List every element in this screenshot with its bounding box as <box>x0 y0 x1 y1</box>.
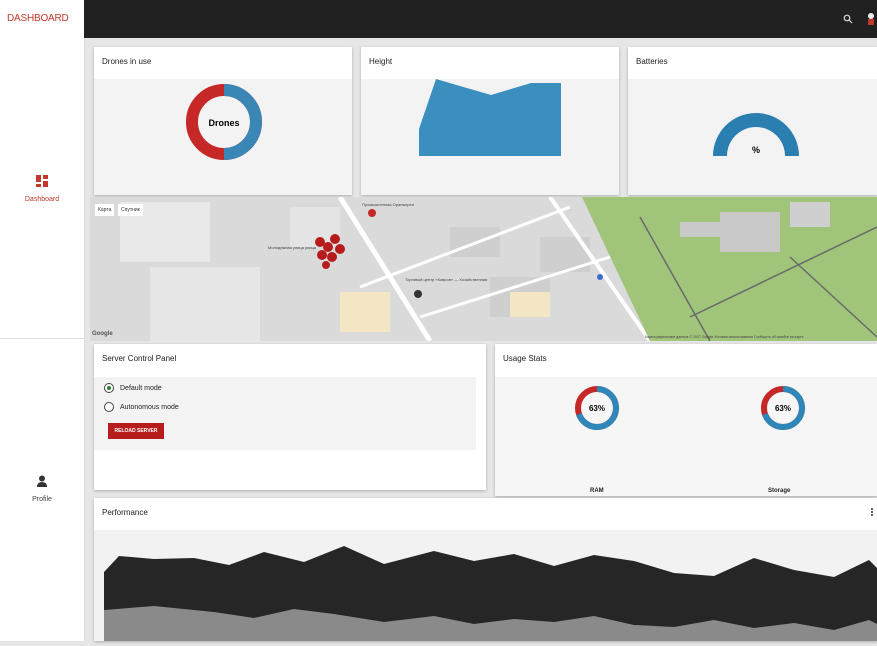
radio-label: Autonomous mode <box>120 403 179 411</box>
logo-text: DASHBOARD <box>7 13 69 24</box>
height-area-chart <box>419 79 561 156</box>
search-icon[interactable] <box>843 14 853 24</box>
map-canvas[interactable]: Промышленная Оранжерея Молодежная улица … <box>90 197 877 341</box>
map-footer[interactable]: Картографические данные © 2017 Google Ус… <box>645 335 804 339</box>
sidebar-item-profile[interactable]: Profile <box>0 474 84 503</box>
card-title: Server Control Panel <box>102 354 177 363</box>
drones-donut-chart: Drones <box>186 84 262 160</box>
storage-label: Storage <box>768 488 791 494</box>
batteries-card: Batteries % <box>628 47 877 195</box>
top-bar <box>84 0 877 38</box>
map-label: Торговый центр «Ковров» — Хозяйственная <box>405 277 487 282</box>
sidebar-item-label: Profile <box>32 496 52 503</box>
card-title: Usage Stats <box>503 354 547 363</box>
map-label: Молодежная улица улица <box>268 245 317 250</box>
server-control-card: Server Control Panel Default mode Autono… <box>94 344 486 490</box>
more-options-icon[interactable] <box>870 507 874 517</box>
usage-donuts: 63% 63% <box>575 386 806 430</box>
map-label: Промышленная Оранжерея <box>362 202 414 207</box>
account-icon[interactable] <box>867 12 875 25</box>
reload-server-button[interactable]: RELOAD SERVER <box>108 423 164 439</box>
height-area <box>419 79 561 156</box>
ram-label: RAM <box>590 488 604 494</box>
battery-gauge: % <box>713 113 799 156</box>
usage-stats-card: Usage Stats 63% 63% RAM Storage <box>495 344 877 496</box>
donut-center-label: Drones <box>208 118 239 128</box>
radio-button[interactable] <box>104 383 114 393</box>
card-title: Batteries <box>636 57 668 66</box>
autonomous-mode-radio[interactable]: Autonomous mode <box>104 402 179 412</box>
map-type-satellite-button[interactable]: Спутник <box>118 204 143 216</box>
card-title: Height <box>369 57 393 66</box>
storage-value: 63% <box>775 404 791 413</box>
drones-card: Drones in use Drones <box>94 47 352 195</box>
dashboard-icon <box>36 175 48 187</box>
map-poi-marker[interactable] <box>368 209 376 217</box>
person-icon <box>37 475 47 487</box>
sidebar-item-dashboard[interactable]: Dashboard <box>0 174 84 203</box>
card-title: Performance <box>102 508 148 517</box>
performance-area-chart <box>104 546 877 641</box>
map-poi-marker[interactable] <box>597 274 603 280</box>
radio-label: Default mode <box>120 384 162 392</box>
sidebar-divider <box>0 338 84 339</box>
drone-map[interactable]: Промышленная Оранжерея Молодежная улица … <box>90 197 877 341</box>
height-card: Height <box>361 47 619 195</box>
radio-button[interactable] <box>104 402 114 412</box>
default-mode-radio[interactable]: Default mode <box>104 383 162 393</box>
sidebar-item-label: Dashboard <box>24 196 60 203</box>
card-title: Drones in use <box>102 57 152 66</box>
google-logo: Google <box>92 331 113 337</box>
map-type-map-button[interactable]: Карта <box>95 204 115 216</box>
sidebar: Dashboard Profile <box>0 38 85 641</box>
ram-value: 63% <box>589 404 605 413</box>
dashboard-logo[interactable]: DASHBOARD <box>0 0 84 39</box>
performance-card: Performance <box>94 498 877 641</box>
gauge-label: % <box>752 145 760 155</box>
map-poi-marker[interactable] <box>414 290 422 298</box>
